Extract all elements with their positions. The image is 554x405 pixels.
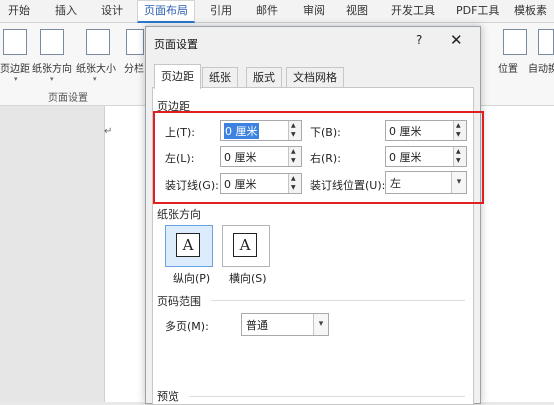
top-margin-spin-buttons[interactable]: ▲ ▼ bbox=[288, 121, 301, 140]
tab-layout[interactable]: 版式 bbox=[246, 67, 282, 88]
wrap-text-icon[interactable] bbox=[538, 29, 554, 55]
gutter-position-value: 左 bbox=[390, 177, 401, 190]
columns-button-label[interactable]: 分栏 bbox=[124, 60, 144, 75]
chevron-down-icon[interactable]: ▾ bbox=[451, 172, 466, 193]
orientation-icon[interactable] bbox=[40, 29, 64, 55]
close-icon[interactable]: ✕ bbox=[450, 31, 463, 49]
right-margin-label: 右(R): bbox=[310, 152, 341, 165]
page-size-dropdown-icon[interactable]: ▾ bbox=[93, 75, 97, 83]
left-margin-label: 左(L): bbox=[165, 152, 195, 165]
margins-button-label[interactable]: 页边距 bbox=[0, 60, 30, 75]
ribbon-tab-templates[interactable]: 模板素 bbox=[514, 0, 547, 22]
page-setup-group-label: 页面设置 bbox=[48, 93, 88, 104]
top-margin-value[interactable]: 0 厘米 bbox=[224, 123, 259, 139]
ribbon-tab-pdf-tools[interactable]: PDF工具 bbox=[456, 0, 499, 22]
pages-divider bbox=[211, 300, 465, 301]
preview-divider bbox=[189, 396, 465, 397]
ribbon-tab-view[interactable]: 视图 bbox=[346, 0, 368, 22]
margins-section-label: 页边距 bbox=[157, 100, 190, 113]
position-icon[interactable] bbox=[503, 29, 527, 55]
portrait-page-icon: A bbox=[176, 233, 200, 257]
left-margin-value[interactable]: 0 厘米 bbox=[224, 149, 257, 165]
ribbon-tab-bar: 开始 插入 设计 页面布局 引用 邮件 审阅 视图 开发工具 PDF工具 模板素 bbox=[0, 0, 554, 23]
ribbon-tab-developer[interactable]: 开发工具 bbox=[391, 0, 435, 22]
landscape-page-icon: A bbox=[233, 233, 257, 257]
top-margin-stepper[interactable]: 0 厘米 ▲ ▼ bbox=[220, 120, 302, 141]
gutter-position-select[interactable]: 左 ▾ bbox=[385, 171, 467, 194]
gutter-position-label: 装订线位置(U): bbox=[310, 179, 386, 192]
tab-document-grid[interactable]: 文档网格 bbox=[286, 67, 344, 88]
orientation-section-label: 纸张方向 bbox=[157, 208, 201, 221]
wrap-text-button-label[interactable]: 自动换 bbox=[528, 60, 554, 75]
portrait-option[interactable]: A bbox=[165, 225, 213, 267]
columns-icon[interactable] bbox=[126, 29, 144, 55]
gutter-label: 装订线(G): bbox=[165, 179, 219, 192]
margins-dropdown-icon[interactable]: ▾ bbox=[14, 75, 18, 83]
multiple-pages-value: 普通 bbox=[246, 319, 268, 332]
pages-section-label: 页码范围 bbox=[157, 295, 201, 308]
left-margin-stepper[interactable]: 0 厘米 ▲ ▼ bbox=[220, 146, 302, 167]
paragraph-mark: ↵ bbox=[104, 126, 113, 137]
multiple-pages-select[interactable]: 普通 ▾ bbox=[241, 313, 329, 336]
margins-icon[interactable] bbox=[3, 29, 27, 55]
ribbon-tab-design[interactable]: 设计 bbox=[101, 0, 123, 22]
ribbon-tab-page-layout[interactable]: 页面布局 bbox=[137, 0, 195, 23]
landscape-label[interactable]: 横向(S) bbox=[229, 270, 267, 286]
portrait-label[interactable]: 纵向(P) bbox=[173, 270, 210, 286]
ribbon-tab-mailings[interactable]: 邮件 bbox=[256, 0, 278, 22]
ribbon-tab-references[interactable]: 引用 bbox=[210, 0, 232, 22]
orientation-button-label[interactable]: 纸张方向 bbox=[32, 60, 72, 75]
page-setup-dialog: 页面设置 ? ✕ 页边距 纸张 版式 文档网格 页边距 上(T): 0 厘米 ▲… bbox=[145, 26, 481, 405]
landscape-option[interactable]: A bbox=[222, 225, 270, 267]
position-button-label[interactable]: 位置 bbox=[498, 60, 518, 75]
bottom-margin-value[interactable]: 0 厘米 bbox=[389, 123, 422, 139]
help-icon[interactable]: ? bbox=[416, 33, 422, 47]
bottom-margin-spin-buttons[interactable]: ▲ ▼ bbox=[453, 121, 466, 140]
ribbon-tab-review[interactable]: 审阅 bbox=[303, 0, 325, 22]
gutter-value[interactable]: 0 厘米 bbox=[224, 176, 257, 192]
dialog-title: 页面设置 bbox=[154, 38, 198, 51]
right-margin-stepper[interactable]: 0 厘米 ▲ ▼ bbox=[385, 146, 467, 167]
bottom-margin-stepper[interactable]: 0 厘米 ▲ ▼ bbox=[385, 120, 467, 141]
page-size-icon[interactable] bbox=[86, 29, 110, 55]
gutter-stepper[interactable]: 0 厘米 ▲ ▼ bbox=[220, 173, 302, 194]
right-margin-spin-buttons[interactable]: ▲ ▼ bbox=[453, 147, 466, 166]
page-size-button-label[interactable]: 纸张大小 bbox=[76, 60, 116, 75]
chevron-down-icon[interactable]: ▾ bbox=[313, 314, 328, 335]
left-margin-spin-buttons[interactable]: ▲ ▼ bbox=[288, 147, 301, 166]
orientation-dropdown-icon[interactable]: ▾ bbox=[50, 75, 54, 83]
tab-paper[interactable]: 纸张 bbox=[202, 67, 238, 88]
right-margin-value[interactable]: 0 厘米 bbox=[389, 149, 422, 165]
gutter-spin-buttons[interactable]: ▲ ▼ bbox=[288, 174, 301, 193]
margins-tab-panel: 页边距 上(T): 0 厘米 ▲ ▼ 下(B): 0 厘米 ▲ ▼ 左(L): 0 … bbox=[152, 87, 474, 405]
ribbon-tab-insert[interactable]: 插入 bbox=[55, 0, 77, 22]
top-margin-label: 上(T): bbox=[165, 126, 196, 139]
bottom-margin-label: 下(B): bbox=[310, 126, 341, 139]
margin-guide bbox=[104, 130, 105, 402]
multiple-pages-label: 多页(M): bbox=[165, 320, 209, 333]
tab-margins[interactable]: 页边距 bbox=[154, 64, 201, 89]
ribbon-tab-home[interactable]: 开始 bbox=[8, 0, 30, 22]
